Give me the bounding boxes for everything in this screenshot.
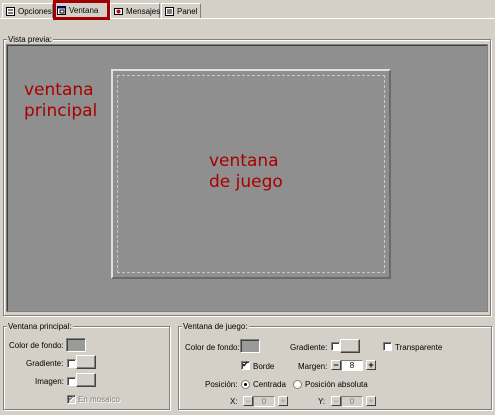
tab-bar: Opciones Ventana Mensajes Panel [0,0,495,20]
game-bg-color-swatch[interactable] [240,339,260,353]
tab-mensajes[interactable]: Mensajes [110,3,160,18]
y-decrement-button[interactable]: − [331,396,341,406]
game-window-annotation-line1: ventana [209,151,279,171]
game-border-label: Borde [253,362,275,371]
main-window-annotation-line1: ventana [24,80,94,100]
tab-mensajes-label: Mensajes [126,6,161,16]
main-image-label: Imagen: [35,377,64,386]
window-icon [57,6,66,15]
position-centered-radio[interactable] [241,380,250,389]
game-transparent-label: Transparente [395,343,443,352]
main-window-legend: Ventana principal: [7,322,73,331]
game-gradient-checkbox[interactable] [331,342,340,351]
main-image-checkbox[interactable] [67,377,76,386]
tab-ventana[interactable]: Ventana [53,0,110,20]
tab-opciones-label: Opciones [18,6,52,16]
y-increment-button[interactable]: + [366,396,376,406]
game-margin-label: Margen: [298,362,328,371]
game-position-label: Posición: [205,380,238,389]
game-window-legend: Ventana de juego: [182,322,249,331]
position-centered-label: Centrada [253,380,286,389]
main-gradient-checkbox[interactable] [67,359,76,368]
position-absolute-label: Posición absoluta [305,380,368,389]
game-window-annotation: ventana de juego [209,151,283,193]
game-border-checkbox[interactable]: ✔ [241,360,250,370]
checkmark-icon: ✔ [68,394,75,403]
main-gradient-label: Gradiente: [26,359,64,368]
radio-selected-dot [244,383,247,386]
main-image-button[interactable] [76,373,96,387]
tab-panel-label: Panel [177,6,198,16]
main-bg-color-swatch[interactable] [66,338,86,352]
tab-ventana-label: Ventana [69,6,99,15]
x-label: X: [230,397,238,406]
x-decrement-button[interactable]: − [243,396,253,406]
game-bg-color-label: Color de fondo: [185,343,240,352]
game-gradient-color-button[interactable] [340,339,360,353]
options-icon [6,6,15,16]
main-window-annotation-line2: principal [24,101,98,121]
position-absolute-radio[interactable] [293,380,302,389]
game-gradient-label: Gradiente: [290,343,328,352]
main-tile-label: En mosaico [78,395,120,404]
margin-increment-button[interactable]: + [366,360,376,370]
preview-legend: Vista previa: [7,35,53,44]
main-tile-checkbox[interactable]: ✔ [67,394,76,404]
checkmark-icon: ✔ [242,360,249,369]
margin-decrement-button[interactable]: − [331,360,341,370]
panel-icon [165,6,174,16]
game-window-preview: ventana de juego [111,69,391,279]
main-gradient-color-button[interactable] [76,355,96,369]
preview-area: ventana principal ventana de juego [6,44,488,312]
main-window-annotation: ventana principal [24,80,97,122]
game-window-annotation-line2: de juego [209,172,283,192]
margin-value-field[interactable]: 8 [341,360,363,371]
game-transparent-checkbox[interactable] [383,342,392,351]
y-value-field[interactable]: 0 [341,396,363,407]
x-value-field[interactable]: 0 [253,396,275,407]
tab-panel[interactable]: Panel [161,3,201,18]
y-label: Y: [318,397,326,406]
tab-opciones[interactable]: Opciones [2,3,53,18]
main-bg-color-label: Color de fondo: [9,341,64,350]
messages-icon [114,7,123,16]
x-increment-button[interactable]: + [278,396,288,406]
